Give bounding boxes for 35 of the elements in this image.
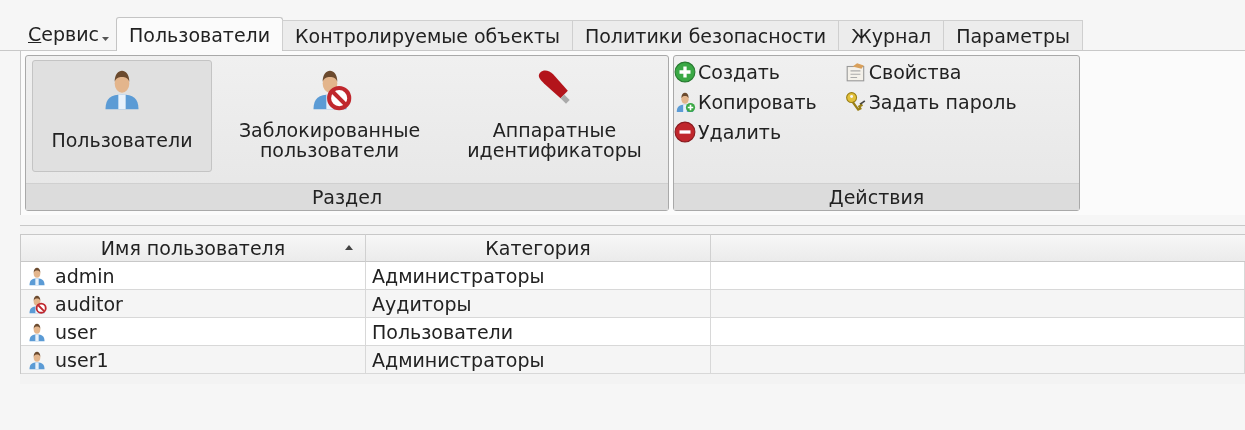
action-button[interactable]: Копировать: [674, 88, 817, 116]
action-button[interactable]: Свойства: [844, 58, 1017, 86]
table-cell: Аудиторы: [366, 290, 711, 318]
tab[interactable]: Политики безопасности: [571, 20, 840, 50]
user-icon: [27, 321, 47, 342]
service-menu[interactable]: Сервис: [20, 18, 118, 50]
dropdown-icon: [102, 37, 110, 41]
add-user-icon: [674, 91, 696, 113]
action-button[interactable]: Создать: [674, 58, 817, 86]
user-name: auditor: [55, 292, 123, 315]
tab[interactable]: Пользователи: [116, 17, 284, 51]
table-cell: Администраторы: [366, 346, 711, 374]
action-button[interactable]: Удалить: [674, 118, 817, 146]
add-icon: [674, 61, 696, 83]
tab[interactable]: Контролируемые объекты: [282, 20, 573, 50]
blocked-user-icon: [27, 293, 47, 314]
tab[interactable]: Журнал: [838, 20, 945, 50]
ribbon-button[interactable]: Заблокированные пользователи: [212, 60, 447, 172]
sort-icon: [345, 245, 353, 250]
user-name: user: [55, 320, 97, 343]
user-icon: [27, 265, 47, 286]
action-button[interactable]: Задать пароль: [844, 88, 1017, 116]
group-title: Раздел: [26, 183, 668, 210]
remove-icon: [674, 121, 696, 143]
column-header[interactable]: Категория: [366, 234, 711, 262]
ribbon-button[interactable]: Пользователи: [32, 60, 212, 172]
key-icon: [844, 91, 867, 113]
column-header[interactable]: Имя пользователя: [21, 234, 366, 262]
user-icon: [27, 349, 47, 370]
group-title: Действия: [674, 183, 1079, 210]
tab[interactable]: Параметры: [943, 20, 1083, 50]
user-name: user1: [55, 348, 109, 371]
ribbon-button[interactable]: Аппаратные идентификаторы: [447, 60, 662, 172]
user-name: admin: [55, 264, 115, 287]
document-icon: [844, 61, 867, 83]
